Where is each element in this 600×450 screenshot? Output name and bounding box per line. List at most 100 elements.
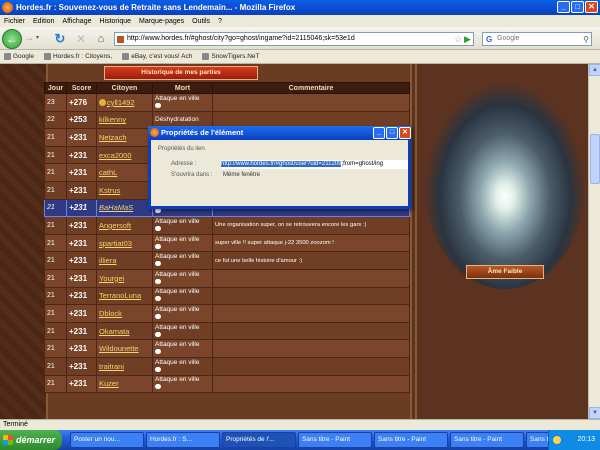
citizen-link[interactable]: kilkenny [96, 110, 153, 130]
url-input[interactable]: http://www.hordes.fr/#ghost/city?go=ghos… [114, 32, 474, 46]
death-cell: Attaque en ville [152, 304, 213, 323]
comment-bubble-icon[interactable] [155, 278, 161, 284]
scroll-thumb[interactable] [590, 134, 600, 184]
dialog-maximize-button[interactable]: □ [386, 127, 398, 139]
menu-marque-pages[interactable]: Marque-pages [139, 18, 184, 25]
status-bar: Terminé [0, 419, 600, 430]
citizen-link[interactable]: Kstrus [96, 180, 153, 200]
comment-bubble-icon[interactable] [155, 208, 161, 214]
death-cell-text: Attaque en ville [155, 341, 200, 349]
bookmark-label: Google [13, 53, 34, 60]
citizen-link[interactable]: exca2000 [96, 145, 153, 165]
comment-bubble-icon[interactable] [155, 349, 161, 355]
magnifier-icon[interactable]: ⚲ [583, 34, 589, 46]
citizen-link[interactable]: Yourgei [96, 268, 153, 288]
score-cell-text: +231 [69, 168, 88, 178]
citizen-link[interactable]: BaHaMaS [96, 198, 153, 218]
scroll-up-icon[interactable]: ▲ [589, 64, 600, 76]
day-cell: 21 [44, 286, 67, 306]
search-input[interactable]: G Google ⚲ [482, 32, 592, 46]
comment-bubble-icon[interactable] [155, 366, 161, 372]
taskbar-item[interactable]: Hordes.fr : S... [146, 432, 220, 448]
menu-historique[interactable]: Historique [99, 18, 131, 25]
menu-affichage[interactable]: Affichage [62, 18, 91, 25]
dialog-close-button[interactable]: ✕ [399, 127, 411, 139]
citizen-link[interactable]: Angersoft [96, 216, 153, 235]
citizen-link[interactable]: spartiat03 [96, 233, 153, 253]
citizen-link[interactable]: TerranoLuna [96, 286, 153, 306]
table-row: 21 +231 spartiat03 Attaque en ville super vi… [44, 233, 410, 253]
address-field[interactable]: http://www.hordes.fr/#ghost/user?uid=211… [221, 160, 408, 169]
citizen-link[interactable]: illiera [96, 251, 153, 270]
system-tray: 20:13 [548, 430, 600, 450]
taskbar-item[interactable]: Poster un nou... [70, 432, 144, 448]
forward-arrow-icon[interactable]: → [22, 33, 36, 45]
death-cell: Attaque en ville [152, 356, 213, 376]
citizen-link[interactable]: Okamata [96, 321, 153, 341]
comment-bubble-icon[interactable] [155, 102, 161, 108]
citizen-link[interactable]: cathL [96, 163, 153, 182]
citizen-link[interactable]: traitrani [96, 356, 153, 376]
menu-outils[interactable]: Outils [192, 18, 210, 25]
day-cell-text: 21 [47, 169, 55, 177]
comment-bubble-icon[interactable] [155, 225, 161, 231]
taskbar-item[interactable]: Sans titre - Paint [374, 432, 448, 448]
day-cell-text: 21 [47, 274, 55, 282]
menu-help[interactable]: ? [218, 18, 222, 25]
address-rest-text: ;from=ghost/ing [341, 161, 383, 167]
minimize-button[interactable]: _ [557, 1, 570, 13]
tray-icon[interactable] [553, 436, 561, 444]
comment-bubble-icon[interactable] [155, 331, 161, 337]
start-button[interactable]: démarrer [0, 430, 62, 450]
menu-fichier[interactable]: Fichier [4, 18, 25, 25]
bookmark-hordes[interactable]: Hordes.fr : Citoyens, [43, 53, 112, 60]
citizen-link[interactable]: cyll1492 [96, 93, 153, 112]
menu-edition[interactable]: Edition [33, 18, 54, 25]
citizen-link[interactable]: Netzach [96, 128, 153, 147]
bookmark-ebay[interactable]: eBay, c'est vous! Ach [122, 53, 192, 60]
page-scrollbar[interactable]: ▲ ▼ [588, 64, 600, 419]
comment-bubble-icon[interactable] [155, 243, 161, 249]
comment-bubble-icon[interactable] [155, 384, 161, 390]
score-cell: +231 [66, 233, 97, 253]
reload-icon[interactable]: ↻ [53, 32, 67, 46]
score-cell: +231 [66, 163, 97, 182]
bookmark-google[interactable]: Google [4, 53, 34, 60]
close-button[interactable]: ✕ [585, 1, 598, 13]
history-dropdown-icon[interactable]: ▾ [36, 34, 44, 44]
taskbar-item[interactable]: Sans titre - Paint [298, 432, 372, 448]
back-arrow-icon[interactable]: ← [2, 29, 22, 49]
taskbar-item[interactable]: Propriétés de l'... [222, 432, 296, 448]
bookmark-snowtigers[interactable]: SnowTigers.NeT [202, 53, 260, 60]
score-cell: +231 [66, 251, 97, 270]
score-cell-text: +231 [69, 344, 88, 354]
citizen-link-text: kilkenny [99, 115, 127, 125]
score-cell: +231 [66, 268, 97, 288]
taskbar-item[interactable]: Sans titre - Paint [450, 432, 524, 448]
score-cell: +231 [66, 180, 97, 200]
death-cell: Attaque en ville [152, 339, 213, 358]
maximize-button[interactable]: □ [571, 1, 584, 13]
citizen-link[interactable]: Wildounette [96, 339, 153, 358]
citizen-link-text: TerranoLuna [99, 291, 142, 301]
day-cell: 21 [44, 128, 67, 147]
citizen-link[interactable]: Dblock [96, 304, 153, 323]
day-cell-text: 21 [47, 257, 55, 265]
score-cell: +231 [66, 145, 97, 165]
stop-icon[interactable]: ✕ [74, 32, 88, 46]
citizen-link[interactable]: Kuzer [96, 374, 153, 394]
table-row: 21 +231 Yourgei Attaque en ville [44, 268, 410, 288]
home-icon[interactable]: ⌂ [94, 32, 108, 46]
go-icon[interactable]: ▶ [464, 32, 474, 46]
star-icon[interactable]: ☆ [454, 32, 464, 46]
scroll-down-icon[interactable]: ▼ [589, 407, 600, 419]
comment-bubble-icon[interactable] [155, 313, 161, 319]
search-placeholder: Google [497, 35, 520, 42]
death-cell: Attaque en ville [152, 251, 213, 270]
comment-bubble-icon[interactable] [155, 296, 161, 302]
day-cell-text: 21 [47, 362, 55, 370]
comment-cell: super ville !! super attaque j-22 3500 z… [212, 233, 410, 253]
dialog-minimize-button[interactable]: _ [373, 127, 385, 139]
decorative-border [0, 64, 46, 419]
comment-bubble-icon[interactable] [155, 261, 161, 267]
